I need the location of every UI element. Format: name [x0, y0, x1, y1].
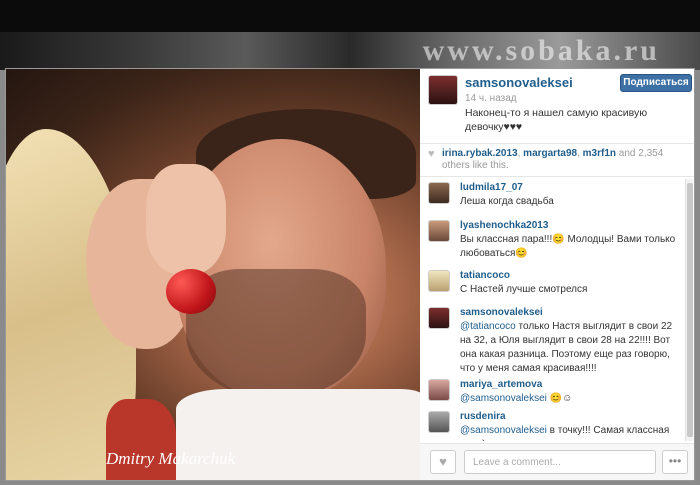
comments-list[interactable]: ludmila17_07 Леша когда свадьба lyasheno…: [420, 179, 684, 441]
post-caption: Наконец-то я нашел самую красивую девочк…: [465, 107, 648, 133]
commenter-avatar[interactable]: [428, 379, 450, 401]
comment-text: @tatiancoco только Настя выглядит в свои…: [460, 320, 680, 376]
commenter-avatar[interactable]: [428, 307, 450, 329]
comment-text: Вы классная пара!!!😊 Молодцы! Вами тольк…: [460, 234, 676, 259]
scrollbar-thumb[interactable]: [687, 183, 693, 437]
likes-line: ♥ irina.rybak.2013, margarta98, m3rf1n a…: [420, 143, 694, 177]
photo-hand: [146, 164, 226, 274]
comment-item: mariya_artemova @samsonovaleksei 😊☺: [420, 376, 684, 408]
comment-text: @samsonovaleksei 😊☺: [460, 392, 680, 406]
comment-footer: ♥ •••: [420, 443, 694, 480]
comment-input[interactable]: [464, 450, 656, 474]
comment-item: lyashenochka2013 Вы классная пара!!!😊 Мо…: [420, 217, 684, 267]
post-photo[interactable]: Dmitry Makarchuk: [6, 69, 420, 480]
comment-item: rusdenira @samsonovaleksei в точку!!! Са…: [420, 408, 684, 441]
comment-username[interactable]: samsonovaleksei: [460, 304, 680, 318]
banner-watermark: www.sobaka.ru: [422, 34, 660, 67]
comment-text: Леша когда свадьба: [460, 196, 554, 207]
liker-username[interactable]: irina.rybak.2013: [442, 148, 518, 159]
comment-text: @samsonovaleksei в точку!!! Самая классн…: [460, 424, 680, 441]
header-banner: www.sobaka.ru: [0, 32, 700, 70]
comment-mention[interactable]: @samsonovaleksei: [460, 425, 547, 436]
heart-icon: ♥: [439, 454, 447, 469]
author-avatar[interactable]: [428, 75, 458, 105]
comment-mention[interactable]: @samsonovaleksei: [460, 393, 547, 404]
comment-mention[interactable]: @tatiancoco: [460, 321, 516, 332]
like-button[interactable]: ♥: [430, 450, 456, 474]
commenter-avatar[interactable]: [428, 270, 450, 292]
commenter-avatar[interactable]: [428, 182, 450, 204]
comments-scrollbar[interactable]: [685, 179, 693, 441]
author-username[interactable]: samsonovaleksei: [465, 75, 573, 90]
comment-username[interactable]: lyashenochka2013: [460, 217, 680, 231]
likes-heart-icon: ♥: [428, 148, 435, 160]
comment-item: ludmila17_07 Леша когда свадьба: [420, 179, 684, 217]
follow-button[interactable]: Подписаться: [620, 74, 692, 92]
comment-username[interactable]: mariya_artemova: [460, 376, 680, 390]
more-dots-icon: •••: [668, 454, 682, 468]
photo-signature: Dmitry Makarchuk: [106, 449, 236, 468]
comment-item: tatiancoco С Настей лучше смотрелся: [420, 267, 684, 304]
post-header: samsonovaleksei Подписаться 14 ч. назад …: [420, 69, 694, 141]
post-sidebar: samsonovaleksei Подписаться 14 ч. назад …: [420, 69, 694, 480]
post-time: 14 ч. назад: [465, 93, 517, 104]
commenter-avatar[interactable]: [428, 411, 450, 433]
comment-body: 😊☺: [546, 393, 573, 404]
photo-berries: [166, 269, 216, 314]
comment-username[interactable]: ludmila17_07: [460, 179, 680, 193]
top-bar: [0, 0, 700, 32]
comment-item: samsonovaleksei @tatiancoco только Настя…: [420, 304, 684, 376]
post-modal: Dmitry Makarchuk samsonovaleksei Подписа…: [5, 68, 695, 481]
comment-text: С Настей лучше смотрелся: [460, 284, 588, 295]
liker-username[interactable]: margarta98: [523, 148, 577, 159]
liker-username[interactable]: m3rf1n: [583, 148, 616, 159]
comment-username[interactable]: tatiancoco: [460, 267, 680, 281]
comment-username[interactable]: rusdenira: [460, 408, 680, 422]
more-options-button[interactable]: •••: [662, 450, 688, 474]
commenter-avatar[interactable]: [428, 220, 450, 242]
